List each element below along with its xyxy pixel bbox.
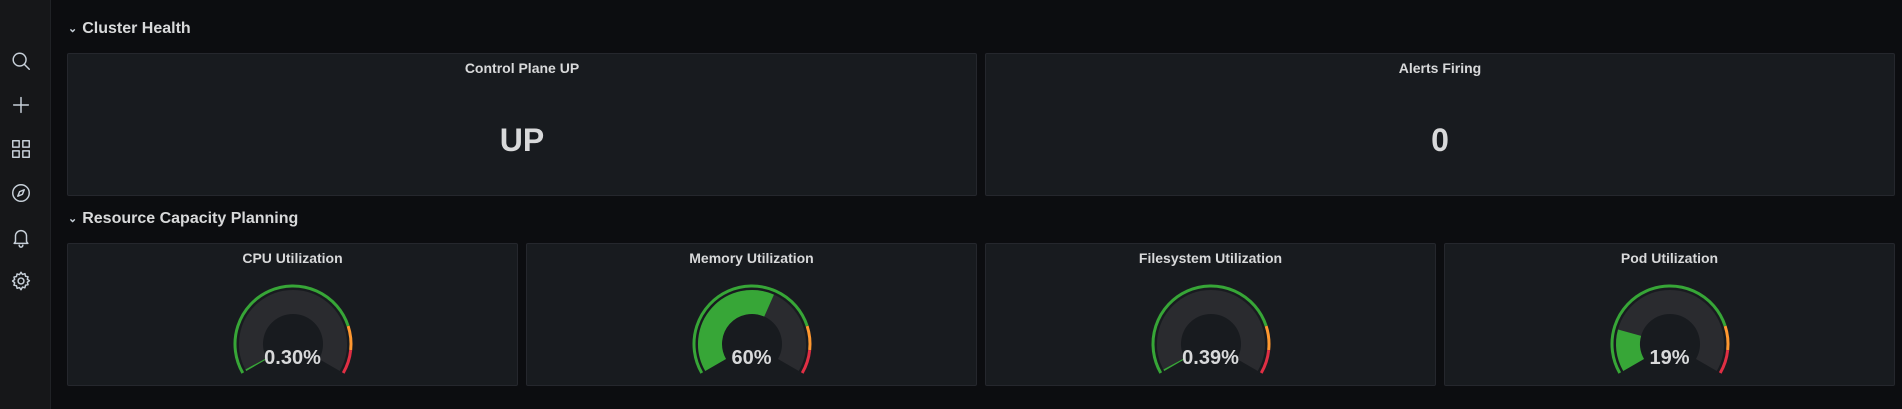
plus-icon[interactable] bbox=[9, 93, 33, 117]
row-title: Cluster Health bbox=[82, 20, 191, 37]
stat-value: UP bbox=[499, 122, 545, 158]
panel-alerts-firing[interactable]: Alerts Firing 0 bbox=[985, 53, 1895, 196]
chevron-down-icon: ⌄ bbox=[68, 22, 78, 35]
panel-title: Alerts Firing bbox=[1398, 60, 1482, 76]
gauge: 0.30% bbox=[231, 282, 355, 386]
sidebar bbox=[0, 0, 51, 409]
row-title: Resource Capacity Planning bbox=[82, 210, 299, 227]
gauge-value: 0.30% bbox=[264, 347, 321, 369]
gauge-chart bbox=[692, 284, 811, 374]
panel-title: Control Plane UP bbox=[464, 60, 580, 76]
gauge-chart bbox=[1151, 284, 1270, 374]
gauge-value: 19% bbox=[1649, 347, 1690, 369]
alerting-bell-icon[interactable] bbox=[9, 225, 33, 249]
panel-title: CPU Utilization bbox=[242, 250, 343, 266]
panel-title: Filesystem Utilization bbox=[1138, 250, 1283, 266]
gauge: 60% bbox=[690, 282, 814, 386]
settings-gear-icon[interactable] bbox=[9, 269, 33, 293]
panel-memory-utilization[interactable]: Memory Utilization 60% bbox=[526, 243, 977, 386]
panel-control-plane-up[interactable]: Control Plane UP UP bbox=[67, 53, 977, 196]
panel-title: Memory Utilization bbox=[689, 250, 814, 266]
gauge-chart bbox=[1610, 284, 1729, 374]
row-resource-capacity-planning[interactable]: ⌄ Resource Capacity Planning bbox=[68, 208, 298, 230]
row-cluster-health[interactable]: ⌄ Cluster Health bbox=[68, 18, 191, 40]
chevron-down-icon: ⌄ bbox=[68, 212, 78, 225]
panel-cpu-utilization[interactable]: CPU Utilization 0.30% bbox=[67, 243, 518, 386]
gauge-value: 0.39% bbox=[1182, 347, 1239, 369]
explore-compass-icon[interactable] bbox=[9, 181, 33, 205]
panel-title: Pod Utilization bbox=[1620, 250, 1719, 266]
search-icon[interactable] bbox=[9, 49, 33, 73]
dashboards-icon[interactable] bbox=[9, 137, 33, 161]
panel-pod-utilization[interactable]: Pod Utilization 19% bbox=[1444, 243, 1895, 386]
gauge: 0.39% bbox=[1149, 282, 1273, 386]
gauge-value: 60% bbox=[731, 347, 772, 369]
panel-filesystem-utilization[interactable]: Filesystem Utilization 0.39% bbox=[985, 243, 1436, 386]
stat-value: 0 bbox=[1431, 122, 1449, 158]
gauge: 19% bbox=[1608, 282, 1732, 386]
gauge-chart bbox=[233, 284, 352, 374]
dashboard-main: ⌄ Cluster Health Control Plane UP UP Ale… bbox=[50, 0, 1902, 409]
